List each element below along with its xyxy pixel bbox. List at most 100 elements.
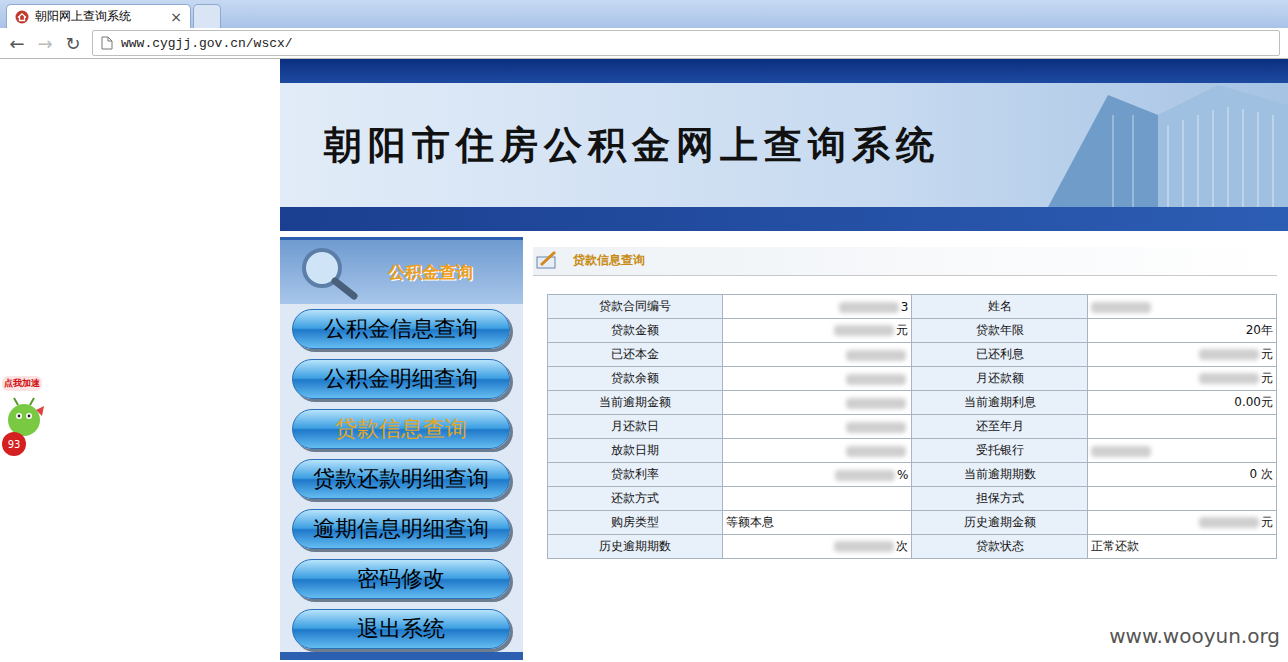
sidebar-item[interactable]: 贷款还款明细查询 (292, 459, 510, 499)
nav-button[interactable]: → (36, 33, 54, 54)
field-value (723, 439, 912, 463)
nav-button[interactable]: ← (8, 33, 26, 54)
field-label: 月还款额 (912, 367, 1087, 391)
loan-info-table: 贷款合同编号3姓名贷款金额元贷款年限20年已还本金已还利息元贷款余额月还款额元当… (547, 294, 1277, 559)
field-label: 月还款日 (548, 415, 723, 439)
field-value (723, 343, 912, 367)
field-label: 当前逾期利息 (912, 391, 1087, 415)
section-title: 贷款信息查询 (573, 252, 645, 269)
masked-value (846, 350, 906, 361)
speedup-widget[interactable]: 点我加速93 (0, 374, 50, 474)
field-value: 元 (723, 319, 912, 343)
house-icon (15, 10, 29, 24)
sidebar-item[interactable]: 公积金明细查询 (292, 359, 510, 399)
field-label: 当前逾期期数 (912, 463, 1087, 487)
browser-tab[interactable] (193, 4, 221, 28)
buildings-icon (988, 85, 1288, 207)
field-label: 受托银行 (912, 439, 1087, 463)
page-icon (101, 36, 113, 50)
field-label: 购房类型 (548, 511, 723, 535)
masked-value (1199, 373, 1259, 384)
field-value: 正常还款 (1087, 535, 1276, 559)
field-value (1087, 295, 1276, 319)
field-label: 姓名 (912, 295, 1087, 319)
field-label: 已还利息 (912, 343, 1087, 367)
field-value: 0.00元 (1087, 391, 1276, 415)
table-row: 贷款合同编号3姓名 (548, 295, 1277, 319)
table-row: 历史逾期期数次贷款状态正常还款 (548, 535, 1277, 559)
masked-value (846, 374, 906, 385)
field-value (1087, 415, 1276, 439)
main-content: 贷款信息查询贷款合同编号3姓名贷款金额元贷款年限20年已还本金已还利息元贷款余额… (523, 237, 1288, 660)
browser-window: 朝阳网上查询系统 × ← → ↻ www.cygjj.gov.cn/wscx/朝阳市住房公… (0, 0, 1288, 662)
sidebar-item[interactable]: 逾期信息明细查询 (292, 509, 510, 549)
field-value: 等额本息 (723, 511, 912, 535)
banner: 朝阳市住房公积金网上查询系统 (280, 59, 1288, 231)
masked-value (846, 446, 906, 457)
sidebar-item[interactable]: 贷款信息查询 (292, 409, 510, 449)
speedup-count: 93 (2, 432, 26, 456)
browser-tab[interactable]: 朝阳网上查询系统 × (6, 4, 191, 28)
banner-title: 朝阳市住房公积金网上查询系统 (324, 120, 940, 171)
tab-bar: 朝阳网上查询系统 × (0, 0, 1288, 28)
masked-value (846, 398, 906, 409)
masked-value (846, 422, 906, 433)
table-row: 贷款余额 月还款额元 (548, 367, 1277, 391)
field-label: 放款日期 (548, 439, 723, 463)
table-row: 当前逾期金额 当前逾期利息0.00元 (548, 391, 1277, 415)
field-value (723, 367, 912, 391)
watermark: www.wooyun.org (1109, 624, 1280, 648)
field-label: 贷款利率 (548, 463, 723, 487)
site: 朝阳市住房公积金网上查询系统公积金查询公积金信息查询公积金明细查询贷款信息查询贷… (280, 59, 1288, 660)
field-label: 贷款余额 (548, 367, 723, 391)
masked-value (834, 541, 894, 552)
masked-value (1199, 517, 1259, 528)
close-tab-button[interactable]: × (170, 9, 182, 25)
field-value: 元 (1087, 343, 1276, 367)
field-value (1087, 439, 1276, 463)
field-label: 当前逾期金额 (548, 391, 723, 415)
field-value: 元 (1087, 367, 1276, 391)
sidebar: 公积金查询公积金信息查询公积金明细查询贷款信息查询贷款还款明细查询逾期信息明细查… (280, 237, 523, 660)
table-row: 已还本金 已还利息元 (548, 343, 1277, 367)
field-label: 历史逾期金额 (912, 511, 1087, 535)
sidebar-title: 公积金查询 (388, 261, 473, 284)
toolbar: ← → ↻ www.cygjj.gov.cn/wscx/ (0, 28, 1288, 59)
masked-value (1091, 446, 1151, 457)
field-label: 贷款状态 (912, 535, 1087, 559)
field-value (723, 415, 912, 439)
masked-value (839, 302, 899, 313)
field-label: 还至年月 (912, 415, 1087, 439)
field-value (723, 391, 912, 415)
page: 朝阳市住房公积金网上查询系统公积金查询公积金信息查询公积金明细查询贷款信息查询贷… (0, 59, 1288, 660)
table-row: 贷款利率%当前逾期期数0 次 (548, 463, 1277, 487)
field-label: 还款方式 (548, 487, 723, 511)
sidebar-item[interactable]: 密码修改 (292, 559, 510, 599)
field-value: 元 (1087, 511, 1276, 535)
field-value: % (723, 463, 912, 487)
field-label: 担保方式 (912, 487, 1087, 511)
masked-value (1091, 302, 1151, 313)
table-row: 还款方式 担保方式 (548, 487, 1277, 511)
magnifier-icon (290, 244, 360, 300)
url-text: www.cygjj.gov.cn/wscx/ (121, 36, 293, 51)
field-label: 已还本金 (548, 343, 723, 367)
field-label: 历史逾期期数 (548, 535, 723, 559)
sidebar-header: 公积金查询 (280, 240, 523, 304)
field-label: 贷款金额 (548, 319, 723, 343)
masked-value (834, 325, 894, 336)
tab-label: 朝阳网上查询系统 (35, 8, 164, 25)
table-row: 贷款金额元贷款年限20年 (548, 319, 1277, 343)
table-row: 放款日期 受托银行 (548, 439, 1277, 463)
field-value (723, 487, 912, 511)
field-value (1087, 487, 1276, 511)
masked-value (1199, 349, 1259, 360)
sidebar-item[interactable]: 公积金信息查询 (292, 309, 510, 349)
field-label: 贷款年限 (912, 319, 1087, 343)
address-bar[interactable]: www.cygjj.gov.cn/wscx/ (92, 30, 1280, 56)
field-value: 3 (723, 295, 912, 319)
section-header: 贷款信息查询 (533, 247, 1277, 276)
nav-button[interactable]: ↻ (64, 33, 82, 54)
sidebar-item[interactable]: 退出系统 (292, 609, 510, 649)
field-value: 次 (723, 535, 912, 559)
